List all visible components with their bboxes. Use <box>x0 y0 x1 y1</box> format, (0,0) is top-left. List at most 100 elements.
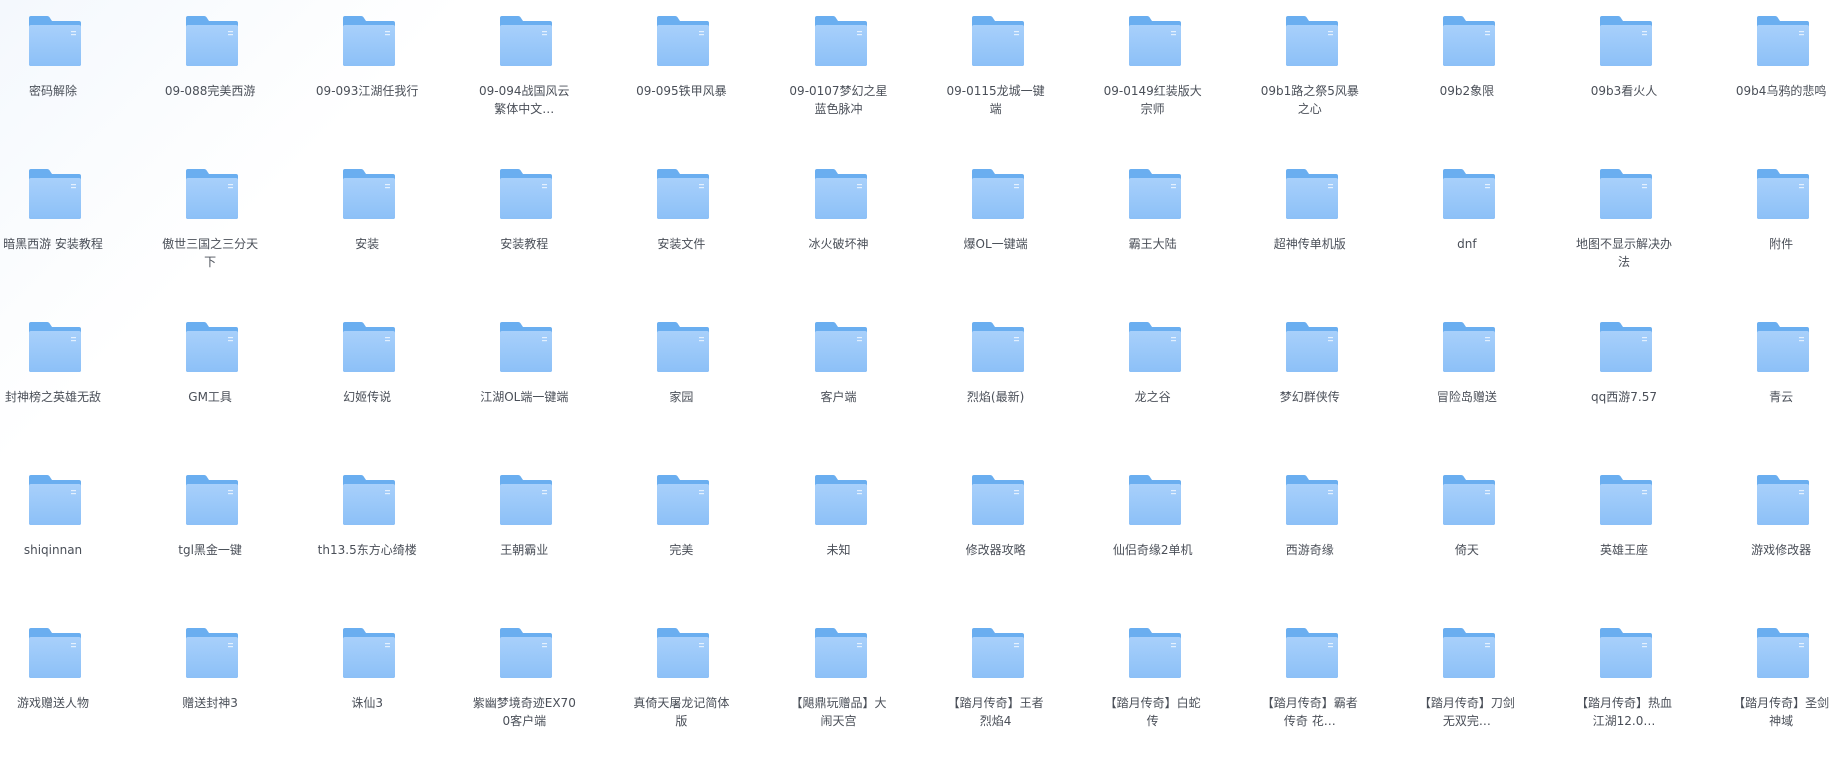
folder-item[interactable]: 【踏月传奇】霸者传奇 花… <box>1246 626 1374 754</box>
folder-item[interactable]: 西游奇缘 <box>1246 473 1374 601</box>
folder-icon <box>1755 626 1811 680</box>
folder-icon <box>27 167 83 221</box>
folder-item[interactable]: qq西游7.57 <box>1560 320 1688 448</box>
folder-item[interactable]: 游戏赠送人物 <box>0 626 117 754</box>
folder-icon <box>498 167 554 221</box>
folder-item[interactable]: 家园 <box>617 320 745 448</box>
folder-item[interactable]: 紫幽梦境奇迹EX700客户端 <box>460 626 588 754</box>
folder-label: 龙之谷 <box>1134 390 1171 404</box>
folder-label: shiqinnan <box>23 543 83 557</box>
folder-item[interactable]: 09b2象限 <box>1403 14 1531 142</box>
folder-item[interactable]: 09-095铁甲风暴 <box>617 14 745 142</box>
folder-item[interactable]: 完美 <box>617 473 745 601</box>
folder-icon <box>655 473 711 527</box>
folder-item[interactable]: 傲世三国之三分天下 <box>146 167 274 295</box>
folder-item[interactable]: 赠送封神3 <box>146 626 274 754</box>
folder-item[interactable]: 游戏修改器 <box>1717 473 1830 601</box>
folder-label: 青云 <box>1769 390 1794 404</box>
folder-label: 梦幻群侠传 <box>1279 390 1340 404</box>
folder-icon <box>498 626 554 680</box>
folder-item[interactable]: 烈焰(最新) <box>932 320 1060 448</box>
folder-item[interactable]: 09-0149红装版大宗师 <box>1089 14 1217 142</box>
folder-icon <box>1127 473 1183 527</box>
folder-item[interactable]: 修改器攻略 <box>932 473 1060 601</box>
folder-item[interactable]: 超神传单机版 <box>1246 167 1374 295</box>
folder-item[interactable]: 【踏月传奇】圣剑神域 <box>1717 626 1830 754</box>
folder-item[interactable]: 仙侣奇缘2单机 <box>1089 473 1217 601</box>
folder-item[interactable]: 封神榜之英雄无敌 <box>0 320 117 448</box>
folder-label: 冰火破坏神 <box>808 237 869 251</box>
folder-item[interactable]: 09b4乌鸦的悲鸣 <box>1717 14 1830 142</box>
folder-item[interactable]: 09-088完美西游 <box>146 14 274 142</box>
folder-item[interactable]: 安装文件 <box>617 167 745 295</box>
folder-item[interactable]: 冒险岛赠送 <box>1403 320 1531 448</box>
folder-item[interactable]: th13.5东方心绮楼 <box>303 473 431 601</box>
folder-item[interactable]: 09-0115龙城一键端 <box>932 14 1060 142</box>
folder-icon <box>655 167 711 221</box>
folder-icon <box>813 626 869 680</box>
folder-item[interactable]: 英雄王座 <box>1560 473 1688 601</box>
folder-item[interactable]: 【踏月传奇】刀剑无双完… <box>1403 626 1531 754</box>
folder-icon <box>1755 14 1811 68</box>
folder-icon <box>1441 320 1497 374</box>
folder-icon <box>27 473 83 527</box>
folder-icon <box>655 14 711 68</box>
folder-item[interactable]: 倚天 <box>1403 473 1531 601</box>
folder-item[interactable]: 龙之谷 <box>1089 320 1217 448</box>
folder-item[interactable]: 江湖OL端一键端 <box>460 320 588 448</box>
folder-icon <box>27 626 83 680</box>
folder-item[interactable]: 爆OL一键端 <box>932 167 1060 295</box>
folder-item[interactable]: 诛仙3 <box>303 626 431 754</box>
folder-item[interactable]: 真倚天屠龙记简体版 <box>617 626 745 754</box>
folder-item[interactable]: 安装教程 <box>460 167 588 295</box>
folder-item[interactable]: 附件 <box>1717 167 1830 295</box>
folder-label: 幻姬传说 <box>343 390 392 404</box>
folder-item[interactable]: 密码解除 <box>0 14 117 142</box>
folder-item[interactable]: 09b1路之祭5风暴之心 <box>1246 14 1374 142</box>
folder-item[interactable]: 未知 <box>775 473 903 601</box>
folder-icon <box>1598 14 1654 68</box>
folder-label: 暗黑西游 安装教程 <box>3 237 103 251</box>
folder-item[interactable]: 客户端 <box>775 320 903 448</box>
folder-item[interactable]: 09-094战国风云 繁体中文… <box>460 14 588 142</box>
folder-icon <box>1598 626 1654 680</box>
folder-icon <box>1441 14 1497 68</box>
folder-item[interactable]: 【踏月传奇】王者烈焰4 <box>932 626 1060 754</box>
folder-label: 09b2象限 <box>1439 84 1495 98</box>
folder-item[interactable]: 地图不显示解决办法 <box>1560 167 1688 295</box>
folder-item[interactable]: dnf <box>1403 167 1531 295</box>
folder-item[interactable]: 【踏月传奇】热血江湖12.0… <box>1560 626 1688 754</box>
folder-item[interactable]: 王朝霸业 <box>460 473 588 601</box>
folder-icon <box>813 14 869 68</box>
folder-item[interactable]: 09-0107梦幻之星蓝色脉冲 <box>775 14 903 142</box>
folder-item[interactable]: shiqinnan <box>0 473 117 601</box>
folder-item[interactable]: 【飓鼎玩赠品】大闹天宫 <box>775 626 903 754</box>
folder-item[interactable]: 暗黑西游 安装教程 <box>0 167 117 295</box>
folder-label: 烈焰(最新) <box>966 390 1025 404</box>
folder-label: 封神榜之英雄无敌 <box>4 390 101 404</box>
folder-item[interactable]: 霸王大陆 <box>1089 167 1217 295</box>
folder-item[interactable]: 【踏月传奇】白蛇传 <box>1089 626 1217 754</box>
folder-label: th13.5东方心绮楼 <box>317 543 417 557</box>
folder-item[interactable]: 冰火破坏神 <box>775 167 903 295</box>
folder-item[interactable]: 青云 <box>1717 320 1830 448</box>
folder-icon <box>1598 167 1654 221</box>
folder-icon <box>1441 167 1497 221</box>
folder-item[interactable]: 安装 <box>303 167 431 295</box>
folder-icon <box>1284 320 1340 374</box>
folder-item[interactable]: 幻姬传说 <box>303 320 431 448</box>
folder-item[interactable]: 09-093江湖任我行 <box>303 14 431 142</box>
folder-label: 真倚天屠龙记简体版 <box>633 696 730 728</box>
folder-label: 09-088完美西游 <box>164 84 256 98</box>
folder-item[interactable]: 09b3看火人 <box>1560 14 1688 142</box>
folder-item[interactable]: tgl黑金一键 <box>146 473 274 601</box>
folder-icon <box>1284 626 1340 680</box>
folder-icon <box>498 473 554 527</box>
folder-icon <box>184 14 240 68</box>
folder-item[interactable]: GM工具 <box>146 320 274 448</box>
folder-icon <box>1127 167 1183 221</box>
folder-item[interactable]: 梦幻群侠传 <box>1246 320 1374 448</box>
folder-icon <box>341 473 397 527</box>
folder-label: 地图不显示解决办法 <box>1575 237 1672 269</box>
folder-label: 安装文件 <box>657 237 706 251</box>
